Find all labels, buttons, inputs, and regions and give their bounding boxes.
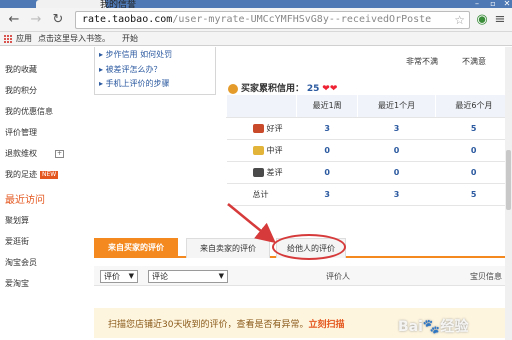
- tab-from-buyers[interactable]: 来自买家的评价: [94, 238, 178, 258]
- row-label-total: 总计: [226, 183, 297, 206]
- chevron-down-icon: ▼: [128, 272, 134, 280]
- table-cell[interactable]: 3: [296, 183, 358, 206]
- comment-select[interactable]: 评论 ▼: [148, 270, 228, 283]
- browser-toolbar: ← → ↻ rate.taobao.com/user-myrate-UMCcYM…: [0, 8, 512, 32]
- recent-item-aitaobao[interactable]: 爱淘宝: [5, 278, 29, 289]
- credit-label: 买家累积信用：: [241, 84, 305, 94]
- table-cell[interactable]: 3: [357, 183, 436, 206]
- watermark: Bai🐾经验: [398, 319, 469, 335]
- user-icon: [228, 83, 238, 94]
- bookmark-start[interactable]: 开始: [122, 33, 138, 44]
- bookmarks-bar: 应用 点击这里导入书签。 开始: [0, 32, 512, 46]
- help-link-1[interactable]: ▸ 步作信用 如何处罚: [99, 49, 172, 60]
- recent-item-juhuasuan[interactable]: 聚划算: [5, 215, 29, 226]
- recent-heading: 最近访问: [5, 195, 45, 206]
- menu-icon[interactable]: ≡: [492, 12, 508, 28]
- browser-tabstrip: 我的信誉 – ▫ ✕: [0, 0, 512, 10]
- sidebar-item-refund-label: 退款维权: [5, 149, 37, 158]
- buyer-credit: 买家累积信用： 25 ❤❤: [228, 81, 337, 94]
- highlight-circle: [272, 234, 346, 260]
- maximize-icon[interactable]: ▫: [486, 0, 500, 8]
- table-row: 差评 0 0 0: [226, 161, 512, 184]
- extension-icon[interactable]: ◉: [474, 12, 490, 28]
- bad-rating-icon: [252, 167, 264, 177]
- url-text: rate.taobao.com/user-myrate-UMCcYMFHSvG8…: [82, 14, 432, 25]
- table-cell[interactable]: 0: [435, 139, 512, 162]
- sidebar-item-favorites[interactable]: 我的收藏: [5, 64, 37, 75]
- table-header-row: 最近1周 最近1个月 最近6个月: [226, 95, 512, 118]
- table-row: 好评 3 3 5: [226, 117, 512, 140]
- sidebar-item-rating-manage[interactable]: 评价管理: [5, 127, 37, 138]
- table-cell[interactable]: 3: [296, 117, 358, 140]
- notice-text: 扫描您店铺近30天收到的评价，查看是否有异常。立刻扫描: [108, 320, 345, 330]
- rating-stats-table: 最近1周 最近1个月 最近6个月 好评 3 3 5 中评 0 0 0 差评 0 …: [226, 95, 512, 206]
- forward-icon[interactable]: →: [28, 12, 44, 28]
- table-row: 总计 3 3 5: [226, 183, 512, 206]
- sidebar-item-footprint[interactable]: 我的足迹 NEW: [5, 169, 59, 180]
- good-rating-icon: [252, 123, 264, 133]
- table-cell[interactable]: 3: [357, 117, 436, 140]
- help-box: ▸ 步作信用 如何处罚 ▸ 被差评怎么办？ ▸ 手机上评价的步骤: [94, 47, 216, 95]
- bookmark-star-icon[interactable]: ☆: [454, 13, 465, 27]
- recent-item-member[interactable]: 淘宝会员: [5, 257, 37, 268]
- table-header-half-year: 最近6个月: [434, 95, 512, 118]
- bookmark-import[interactable]: 点击这里导入书签。: [38, 33, 110, 44]
- heart-icon: ❤❤: [322, 84, 338, 94]
- sidebar: 我的收藏 我的积分 我的优惠信息 评价管理 退款维权 + 我的足迹 NEW 最近访问…: [0, 47, 88, 340]
- table-cell[interactable]: 0: [296, 161, 358, 184]
- row-label-bad: 差评: [226, 161, 297, 184]
- apps-icon[interactable]: [4, 35, 12, 43]
- neutral-rating-icon: [252, 145, 264, 155]
- table-cell[interactable]: 5: [435, 117, 512, 140]
- help-link-3[interactable]: ▸ 手机上评价的步骤: [99, 78, 170, 89]
- minimize-icon[interactable]: –: [470, 0, 484, 8]
- scrollbar-thumb[interactable]: [506, 150, 511, 210]
- help-link-2[interactable]: ▸ 被差评怎么办？: [99, 64, 162, 75]
- table-header-month: 最近1个月: [357, 95, 436, 118]
- sidebar-item-refund[interactable]: 退款维权 +: [5, 148, 64, 159]
- table-row: 中评 0 0 0: [226, 139, 512, 162]
- column-very-unsatisfied: 非常不满: [406, 57, 438, 66]
- row-label-good: 好评: [226, 117, 297, 140]
- sidebar-item-points[interactable]: 我的积分: [5, 85, 37, 96]
- table-cell[interactable]: 0: [357, 139, 436, 162]
- column-unsatisfied: 不满意: [462, 57, 486, 66]
- table-cell[interactable]: 0: [296, 139, 358, 162]
- filter-row: 评价 ▼ 评论 ▼ 评价人 宝贝信息: [94, 266, 512, 286]
- sidebar-item-footprint-label: 我的足迹: [5, 170, 37, 179]
- tab-from-sellers[interactable]: 来自卖家的评价: [186, 238, 270, 258]
- expand-icon[interactable]: +: [55, 149, 64, 158]
- new-badge: NEW: [40, 170, 59, 179]
- sidebar-item-coupons[interactable]: 我的优惠信息: [5, 106, 53, 117]
- table-header-empty: [226, 95, 297, 118]
- table-header-week: 最近1周: [295, 95, 358, 118]
- reload-icon[interactable]: ↻: [50, 12, 66, 28]
- scan-now-link[interactable]: 立刻扫描: [308, 320, 344, 330]
- table-cell[interactable]: 0: [435, 161, 512, 184]
- arrow-line: [227, 203, 276, 244]
- browser-tab[interactable]: 我的信誉: [36, 0, 136, 10]
- row-label-neutral: 中评: [226, 139, 297, 162]
- close-icon[interactable]: ✕: [500, 0, 512, 8]
- table-cell[interactable]: 5: [435, 183, 512, 206]
- chevron-down-icon: ▼: [218, 272, 224, 280]
- column-rater: 评价人: [326, 272, 350, 281]
- column-item-info: 宝贝信息: [470, 272, 502, 281]
- credit-value[interactable]: 25: [307, 84, 320, 94]
- bookmark-apps[interactable]: 应用: [16, 33, 32, 44]
- recent-item-aiguangjie[interactable]: 爱逛街: [5, 236, 29, 247]
- back-icon[interactable]: ←: [6, 12, 22, 28]
- rating-type-select[interactable]: 评价 ▼: [100, 270, 138, 283]
- table-cell[interactable]: 0: [357, 161, 436, 184]
- address-bar[interactable]: rate.taobao.com/user-myrate-UMCcYMFHSvG8…: [75, 11, 470, 29]
